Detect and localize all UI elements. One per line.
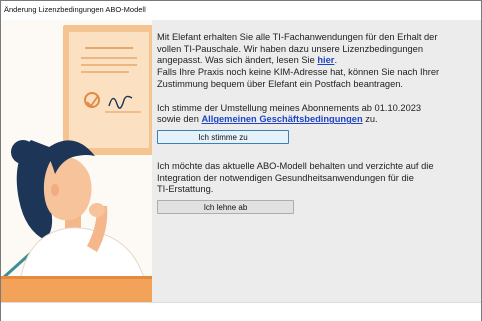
intro-line-5: Zustimmung bequem über Elefant ein Postf… <box>157 78 403 89</box>
here-link[interactable]: hier <box>317 55 334 65</box>
decline-line-2: Integration der notwendigen Gesundheitsa… <box>157 172 414 183</box>
dialog-text: Mit Elefant erhalten Sie alle TI-Fachanw… <box>157 32 477 215</box>
dialog-content: Mit Elefant erhalten Sie alle TI-Fachanw… <box>1 20 481 302</box>
window-title: Änderung Lizenzbedingungen ABO-Modell <box>1 1 481 19</box>
intro-line-2: vollen TI-Pauschale. Wir haben dazu unse… <box>157 43 423 54</box>
decline-line-1: Ich möchte das aktuelle ABO-Modell behal… <box>157 160 434 171</box>
intro-line-1: Mit Elefant erhalten Sie alle TI-Fachanw… <box>157 32 438 42</box>
decline-line-3: TI-Erstattung. <box>157 184 214 195</box>
illustration-panel <box>1 20 152 302</box>
accept-line-2-end: zu. <box>362 114 378 125</box>
accept-button[interactable]: Ich stimme zu <box>157 129 289 144</box>
intro-line-3: angepasst. Was sich ändert, lesen Sie <box>157 55 318 66</box>
intro-line-3-end: . <box>334 55 338 66</box>
accept-paragraph: Ich stimme der Umstellung meines Abonnem… <box>157 103 477 126</box>
terms-link[interactable]: Allgemeinen Geschäftsbedingungen <box>201 114 362 124</box>
dialog-window: Änderung Lizenzbedingungen ABO-Modell Mi… <box>0 0 482 321</box>
intro-line-4: Falls Ihre Praxis noch keine KIM-Adresse… <box>157 67 440 78</box>
woman-reading-certificate-illustration <box>1 25 152 302</box>
accept-line-2-start: sowie den <box>157 114 202 125</box>
decline-paragraph: Ich möchte das aktuelle ABO-Modell behal… <box>157 161 477 196</box>
accept-line-1: Ich stimme der Umstellung meines Abonnem… <box>157 102 422 113</box>
intro-paragraph: Mit Elefant erhalten Sie alle TI-Fachanw… <box>157 32 477 91</box>
decline-button[interactable]: Ich lehne ab <box>157 200 294 215</box>
footer-area <box>1 302 481 321</box>
